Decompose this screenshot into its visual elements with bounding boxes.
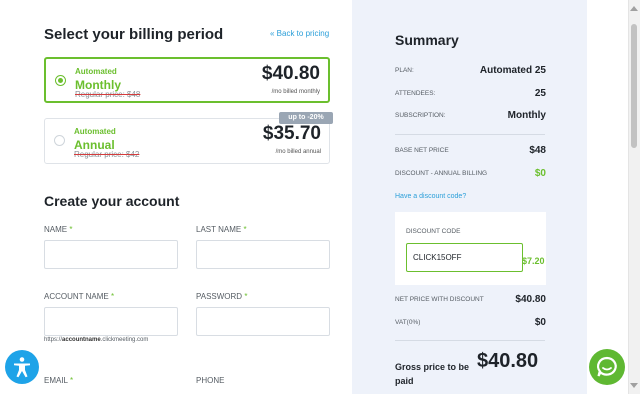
plan-label: PLAN: [395,67,414,74]
password-field[interactable] [196,307,330,336]
plan-option-monthly[interactable]: Automated Monthly Regular price: $48 $40… [44,57,330,103]
scroll-down-icon[interactable] [630,383,638,388]
password-label: PASSWORD * [196,292,248,301]
scroll-up-icon[interactable] [630,6,638,11]
summary-title: Summary [395,32,459,48]
plan-billing-note: /mo billed annual [275,149,321,155]
vat-label: VAT(0%) [395,319,421,326]
account-url-hint: https://accountname.clickmeeting.com [44,337,149,343]
discount-code-link[interactable]: Have a discount code? [395,193,466,200]
accessibility-button[interactable] [5,350,39,384]
attendees-value: 25 [534,88,546,99]
regular-price: Regular price: $48 [75,90,141,99]
discount-code-amount: $7.20 [522,256,545,266]
back-to-pricing-link[interactable]: « Back to pricing [270,29,329,38]
discount-code-label: DISCOUNT CODE [406,228,461,235]
account-name-label: ACCOUNT NAME * [44,292,115,301]
annual-discount-label: DISCOUNT - ANNUAL BILLING [395,170,488,177]
accessibility-icon [14,357,30,378]
plan-price: $40.80 [261,63,320,84]
attendees-label: ATTENDEES: [395,90,436,97]
net-price-label: NET PRICE WITH DISCOUNT [395,296,484,303]
name-field[interactable] [44,240,178,269]
gross-price-value: $40.80 [477,350,539,372]
radio-selected-icon[interactable] [55,75,66,86]
summary-divider [395,340,545,341]
last-name-label: LAST NAME * [196,225,247,234]
subscription-label: SUBSCRIPTION: [395,112,446,119]
discount-code-input[interactable]: CLICK15OFF [406,243,523,272]
plan-type-label: Automated [74,127,116,136]
summary-panel [352,0,587,394]
base-net-price-value: $48 [529,145,546,156]
account-name-field[interactable] [44,307,178,336]
name-label: NAME * [44,225,73,234]
base-net-price-label: BASE NET PRICE [395,147,449,154]
plan-type-label: Automated [75,67,117,76]
chat-icon [596,356,617,377]
email-label: EMAIL * [44,376,74,385]
plan-option-annual[interactable]: Automated Annual Regular price: $42 $35.… [44,118,330,164]
phone-label: PHONE [196,376,225,385]
last-name-field[interactable] [196,240,330,269]
chat-button[interactable] [589,349,625,385]
plan-billing-note: /mo billed monthly [271,89,320,95]
vat-value: $0 [534,317,546,328]
annual-discount-value: $0 [534,168,546,179]
subscription-value: Monthly [507,110,546,121]
gross-price-label: Gross price to be paid [395,362,470,386]
plan-value: Automated 25 [479,65,546,76]
net-price-value: $40.80 [515,294,546,305]
plan-price: $35.70 [262,123,321,144]
create-account-heading: Create your account [44,193,180,209]
discount-badge: up to -20% [279,112,333,124]
scrollbar-thumb[interactable] [631,24,637,148]
radio-unselected-icon[interactable] [54,135,65,146]
billing-period-heading: Select your billing period [44,26,224,43]
summary-divider [395,134,545,135]
regular-price: Regular price: $42 [74,150,140,159]
